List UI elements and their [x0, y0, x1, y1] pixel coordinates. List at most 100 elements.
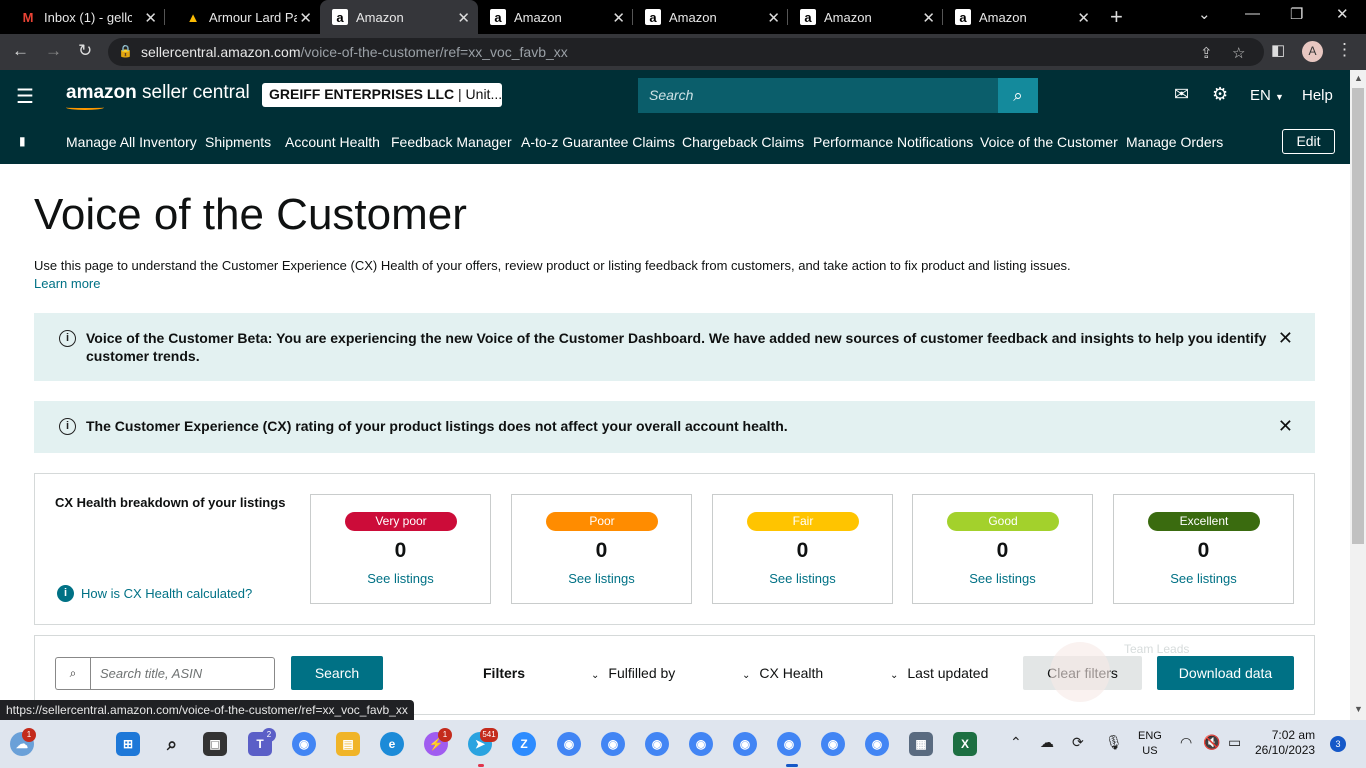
input-language-indicator[interactable]: ENG US [1138, 729, 1162, 759]
close-icon[interactable]: ✕ [1278, 416, 1293, 437]
help-link[interactable]: Help [1302, 87, 1333, 104]
search-button[interactable]: Search [291, 656, 383, 690]
windows-start-icon[interactable]: ⊞ [116, 732, 140, 756]
amazon-seller-central-logo[interactable]: amazon seller central [66, 82, 250, 110]
chrome-profile-icon[interactable]: ◉ [821, 732, 845, 756]
search-icon[interactable]: ⌕ [998, 78, 1038, 113]
lock-icon[interactable]: 🔒 [118, 44, 133, 58]
battery-icon[interactable]: ▭ [1228, 734, 1241, 751]
close-icon[interactable]: ✕ [612, 9, 625, 27]
scroll-up-icon[interactable]: ▲ [1354, 73, 1363, 83]
close-icon[interactable]: ✕ [144, 9, 157, 27]
url-path: /voice-of-the-customer/ref=xx_voc_favb_x… [300, 44, 568, 60]
download-data-button[interactable]: Download data [1157, 656, 1294, 690]
window-close-icon[interactable]: ✕ [1336, 5, 1349, 23]
tab-drive[interactable]: ▲ Armour Lard Pail ✕ [165, 0, 320, 34]
notification-count-badge[interactable]: 3 [1330, 736, 1346, 752]
wifi-icon[interactable]: ◠ [1180, 734, 1192, 751]
bookmark-star-icon[interactable]: ☆ [1232, 44, 1245, 62]
forward-arrow-icon[interactable]: → [45, 41, 62, 61]
chrome-profile-icon[interactable]: ◉ [865, 732, 889, 756]
chrome-icon[interactable]: ◉ [292, 732, 316, 756]
account-switcher[interactable]: GREIFF ENTERPRISES LLC | Unit... [262, 83, 502, 107]
account-suffix: | Unit... [454, 86, 502, 102]
tab-amazon[interactable]: a Amazon ✕ [478, 0, 633, 34]
see-listings-link[interactable]: See listings [1114, 571, 1293, 586]
amazon-icon: a [645, 9, 661, 25]
url-omnibox[interactable]: 🔒 sellercentral.amazon.com/voice-of-the-… [108, 38, 1264, 66]
close-icon[interactable]: ✕ [767, 9, 780, 27]
scrollbar-thumb[interactable] [1352, 88, 1364, 544]
excel-icon[interactable]: X [953, 732, 977, 756]
see-listings-link[interactable]: See listings [913, 571, 1092, 586]
last-updated-dropdown[interactable]: ⌄ Last updated [890, 665, 988, 681]
edit-nav-button[interactable]: Edit [1282, 129, 1335, 154]
fulfilled-by-dropdown[interactable]: ⌄ Fulfilled by [591, 665, 675, 681]
hamburger-menu-icon[interactable]: ☰ [16, 84, 34, 109]
share-icon[interactable]: ⇪ [1200, 44, 1213, 62]
search-icon[interactable]: ⌕ [160, 732, 184, 756]
see-listings-link[interactable]: See listings [713, 571, 892, 586]
nav-feedback-manager[interactable]: Feedback Manager [391, 134, 512, 150]
tab-amazon[interactable]: a Amazon ✕ [788, 0, 943, 34]
chrome-profile-icon[interactable]: ◉ [557, 732, 581, 756]
header-search-input[interactable]: Search [638, 78, 998, 113]
nav-voice-of-the-customer[interactable]: Voice of the Customer [980, 134, 1118, 150]
nav-performance-notifications[interactable]: Performance Notifications [813, 134, 973, 150]
microphone-icon[interactable]: 🎙 [1105, 734, 1123, 751]
nav-account-health[interactable]: Account Health [285, 134, 380, 150]
system-clock[interactable]: 7:02 am 26/10/2023 [1255, 728, 1315, 758]
nav-chargeback-claims[interactable]: Chargeback Claims [682, 134, 804, 150]
chrome-profile-icon[interactable]: ◉ [601, 732, 625, 756]
restore-icon[interactable]: ❐ [1290, 5, 1303, 23]
language-selector[interactable]: EN ▼ [1250, 87, 1284, 104]
see-listings-link[interactable]: See listings [512, 571, 691, 586]
cx-health-help-link[interactable]: i How is CX Health calculated? [57, 585, 252, 602]
chrome-profile-icon-active[interactable]: ◉ [777, 732, 801, 756]
nav-shipments[interactable]: Shipments [205, 134, 271, 150]
edge-icon[interactable]: e [380, 732, 404, 756]
zoom-icon[interactable]: Z [512, 732, 536, 756]
nav-manage-orders[interactable]: Manage Orders [1126, 134, 1223, 150]
file-explorer-icon[interactable]: ▤ [336, 732, 360, 756]
profile-avatar[interactable]: A [1302, 41, 1323, 62]
mail-icon[interactable]: ✉ [1174, 84, 1189, 105]
nav-manage-all-inventory[interactable]: Manage All Inventory [66, 134, 197, 150]
search-input[interactable]: Search title, ASIN [90, 657, 275, 690]
minimize-icon[interactable]: — [1245, 5, 1260, 22]
cx-card-good: Good 0 See listings [912, 494, 1093, 604]
back-arrow-icon[interactable]: ← [12, 41, 29, 61]
tab-amazon[interactable]: a Amazon ✕ [633, 0, 788, 34]
sync-icon[interactable]: ⟳ [1072, 734, 1084, 751]
chrome-profile-icon[interactable]: ◉ [645, 732, 669, 756]
task-view-icon[interactable]: ▣ [203, 732, 227, 756]
close-icon[interactable]: ✕ [1278, 328, 1293, 349]
sidebar-panel-icon[interactable]: ◧ [1271, 41, 1285, 59]
gear-icon[interactable]: ⚙ [1212, 84, 1228, 105]
scroll-down-icon[interactable]: ▼ [1354, 704, 1363, 714]
chrome-profile-icon[interactable]: ◉ [733, 732, 757, 756]
onedrive-icon[interactable]: ☁ [1040, 734, 1054, 751]
tab-amazon-active[interactable]: a Amazon ✕ [320, 0, 478, 34]
learn-more-link[interactable]: Learn more [34, 276, 100, 291]
bookmark-icon[interactable]: ▮ [19, 134, 26, 148]
tab-gmail[interactable]: M Inbox (1) - gellc ✕ [0, 0, 165, 34]
calculator-icon[interactable]: ▦ [909, 732, 933, 756]
tab-amazon[interactable]: a Amazon ✕ [943, 0, 1098, 34]
reload-icon[interactable]: ↻ [78, 41, 92, 61]
speaker-muted-icon[interactable]: 🔇 [1203, 734, 1220, 751]
tab-search-chevron-icon[interactable]: ⌄ [1198, 5, 1211, 23]
close-icon[interactable]: ✕ [299, 9, 312, 27]
see-listings-link[interactable]: See listings [311, 571, 490, 586]
nav-a-to-z-claims[interactable]: A-to-z Guarantee Claims [521, 134, 675, 150]
show-hidden-icons-chevron-icon[interactable]: ⌃ [1010, 734, 1022, 751]
close-icon[interactable]: ✕ [457, 9, 470, 27]
cx-health-dropdown[interactable]: ⌄ CX Health [742, 665, 823, 681]
chrome-profile-icon[interactable]: ◉ [689, 732, 713, 756]
page-scrollbar[interactable]: ▲ ▼ [1350, 70, 1366, 720]
new-tab-plus-icon[interactable]: + [1110, 4, 1123, 30]
close-icon[interactable]: ✕ [1077, 9, 1090, 27]
close-icon[interactable]: ✕ [922, 9, 935, 27]
amazon-icon: a [800, 9, 816, 25]
more-menu-icon[interactable]: ⋮ [1336, 40, 1353, 60]
